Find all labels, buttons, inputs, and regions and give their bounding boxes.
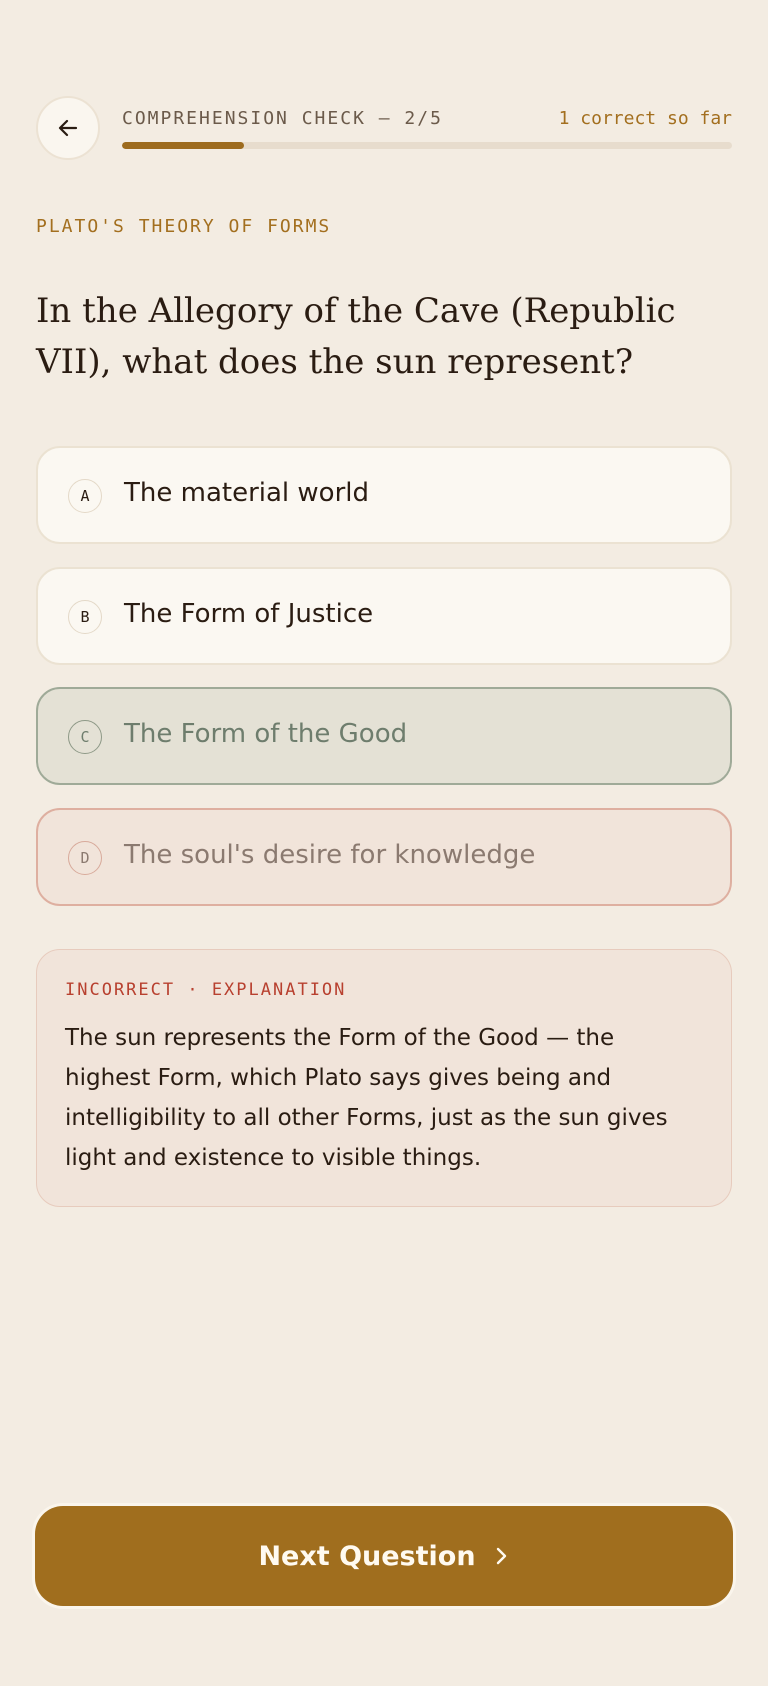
- chevron-right-icon: [496, 1547, 506, 1565]
- next-question-label: Next Question: [258, 1540, 476, 1572]
- option-text: The Form of the Good: [124, 719, 408, 749]
- back-button[interactable]: [36, 96, 100, 160]
- progress-label: COMPREHENSION CHECK — 2/5: [122, 108, 443, 129]
- option-letter: A: [68, 479, 102, 513]
- question-text: In the Allegory of the Cave (Republic VI…: [36, 291, 676, 382]
- option-text: The Form of Justice: [124, 599, 374, 629]
- option-text: The material world: [124, 478, 369, 508]
- option-c[interactable]: C The Form of the Good: [36, 687, 732, 785]
- arrow-left-icon: [58, 119, 78, 137]
- option-letter: B: [68, 600, 102, 634]
- option-text: The soul's desire for knowledge: [124, 840, 536, 870]
- option-d[interactable]: D The soul's desire for knowledge: [36, 808, 732, 906]
- score-text: 1 correct so far: [558, 108, 732, 129]
- next-question-button[interactable]: Next Question: [35, 1506, 733, 1606]
- option-letter: C: [68, 720, 102, 754]
- option-a[interactable]: A The material world: [36, 446, 732, 544]
- explanation-label: INCORRECT · EXPLANATION: [65, 980, 347, 1000]
- option-letter: D: [68, 841, 102, 875]
- option-b[interactable]: B The Form of Justice: [36, 567, 732, 665]
- explanation-text: The sun represents the Form of the Good …: [65, 1025, 668, 1171]
- progress-bar: [122, 142, 732, 149]
- explanation-card: INCORRECT · EXPLANATION The sun represen…: [36, 949, 732, 1207]
- category-label: PLATO'S THEORY OF FORMS: [36, 216, 332, 237]
- quiz-header: COMPREHENSION CHECK — 2/5 1 correct so f…: [36, 96, 732, 160]
- progress-fill: [122, 142, 244, 149]
